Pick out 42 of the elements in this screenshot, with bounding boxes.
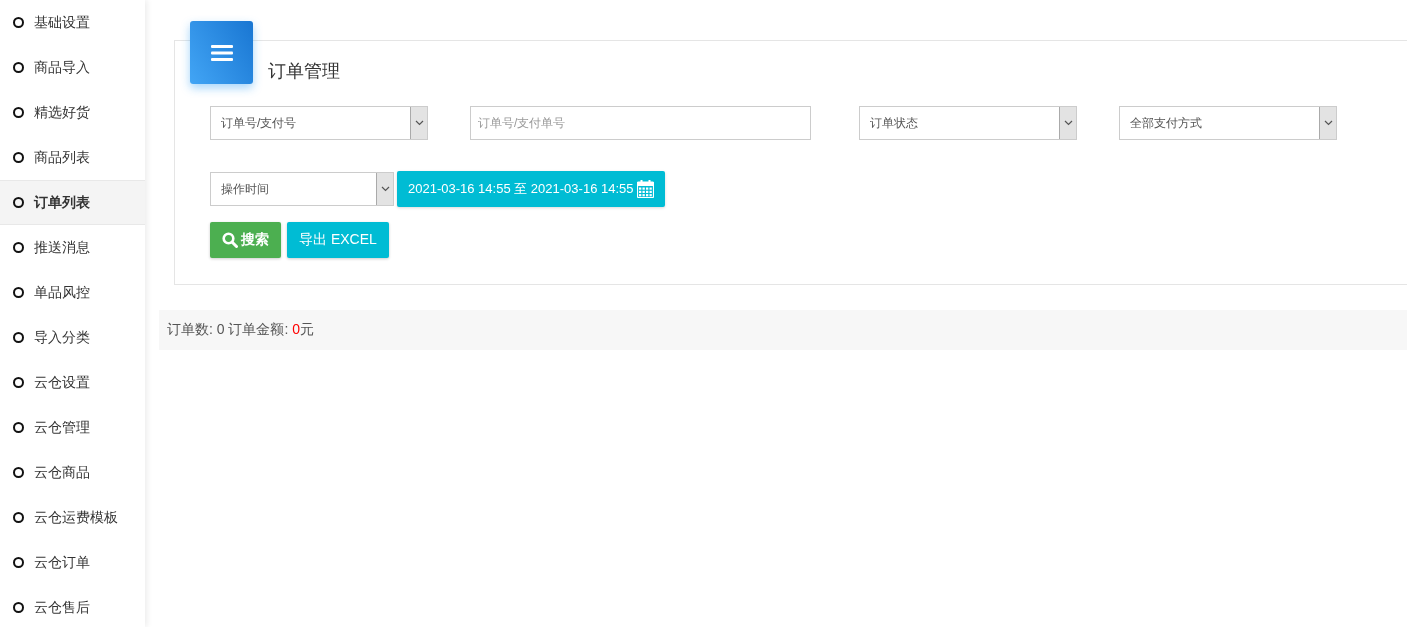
circle-icon xyxy=(13,62,24,73)
circle-icon xyxy=(13,107,24,118)
sidebar-item[interactable]: 推送消息 xyxy=(0,225,145,270)
dropdown-select[interactable]: 订单状态 xyxy=(859,106,1077,140)
sidebar-item[interactable]: 导入分类 xyxy=(0,315,145,360)
sidebar-item[interactable]: 单品风控 xyxy=(0,270,145,315)
sidebar-item[interactable]: 商品导入 xyxy=(0,45,145,90)
menu-icon xyxy=(190,21,253,84)
chevron-down-icon xyxy=(380,186,390,192)
sidebar-item[interactable]: 云仓订单 xyxy=(0,540,145,585)
calendar-icon xyxy=(636,180,654,198)
sidebar-item[interactable]: 云仓售后 xyxy=(0,585,145,627)
chevron-down-icon xyxy=(414,120,424,126)
search-field[interactable]: 订单号/支付单号 xyxy=(470,106,811,140)
sidebar-item[interactable]: 精选好货 xyxy=(0,90,145,135)
chevron-down-icon xyxy=(1063,120,1073,126)
search-icon xyxy=(222,232,238,248)
order-summary: 订单数: 0 订单金额: 0元 xyxy=(167,321,315,339)
circle-icon xyxy=(13,557,24,568)
sidebar-item[interactable]: 云仓商品 xyxy=(0,450,145,495)
dropdown-select[interactable]: 订单号/支付号 xyxy=(210,106,428,140)
sidebar-item[interactable]: 订单列表 xyxy=(0,180,145,225)
circle-icon xyxy=(13,602,24,613)
circle-icon xyxy=(13,287,24,298)
dropdown-select[interactable]: 全部支付方式 xyxy=(1119,106,1337,140)
circle-icon xyxy=(13,512,24,523)
sidebar-item[interactable]: 云仓运费模板 xyxy=(0,495,145,540)
circle-icon xyxy=(13,197,24,208)
circle-icon xyxy=(13,17,24,28)
sidebar-item[interactable]: 云仓设置 xyxy=(0,360,145,405)
panel-title: 订单管理 xyxy=(268,60,341,82)
circle-icon xyxy=(13,422,24,433)
circle-icon xyxy=(13,467,24,478)
sidebar-item[interactable]: 云仓管理 xyxy=(0,405,145,450)
circle-icon xyxy=(13,377,24,388)
chevron-down-icon xyxy=(1323,120,1333,126)
sidebar-item[interactable]: 基础设置 xyxy=(0,0,145,45)
sidebar-item[interactable]: 商品列表 xyxy=(0,135,145,180)
circle-icon xyxy=(13,152,24,163)
circle-icon xyxy=(13,332,24,343)
circle-icon xyxy=(13,242,24,253)
dropdown-select[interactable]: 操作时间 xyxy=(210,172,394,206)
